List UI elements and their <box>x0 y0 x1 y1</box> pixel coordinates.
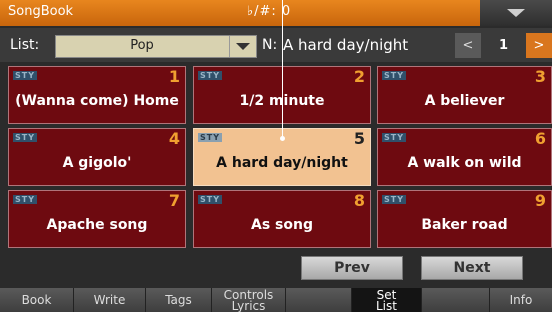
entry-cell[interactable]: STY 1 (Wanna come) Home <box>8 66 186 124</box>
tab-set-list[interactable]: Set List <box>352 288 422 312</box>
entry-cell[interactable]: STY 6 A walk on wild <box>377 128 552 186</box>
style-badge: STY <box>382 71 407 80</box>
entry-cell[interactable]: STY 4 A gigolo' <box>8 128 186 186</box>
entry-title: Apache song <box>46 217 148 233</box>
entry-number: 6 <box>534 129 546 148</box>
pointer-dot <box>280 136 285 141</box>
entry-title: (Wanna come) Home <box>15 93 179 109</box>
tab-empty[interactable] <box>422 288 490 312</box>
entry-title: A hard day/night <box>216 155 348 171</box>
entry-grid: STY 1 (Wanna come) Home STY 2 1/2 minute… <box>0 64 552 250</box>
list-dropdown-value: Pop <box>130 38 154 53</box>
entry-number: 4 <box>168 129 180 148</box>
menu-button[interactable] <box>480 0 552 26</box>
style-badge: STY <box>198 195 223 204</box>
transpose-readout: ♭/#: 0 <box>247 4 292 19</box>
entry-cell[interactable]: STY 9 Baker road <box>377 190 552 248</box>
tab-book[interactable]: Book <box>0 288 74 312</box>
tab-info[interactable]: Info <box>490 288 552 312</box>
style-badge: STY <box>198 71 223 80</box>
style-badge: STY <box>198 133 223 142</box>
pointer-line <box>282 0 283 138</box>
tab-bar: Book Write Tags Controls Lyrics Set List… <box>0 288 552 312</box>
entry-number: 9 <box>534 191 546 210</box>
entry-number: 7 <box>168 191 180 210</box>
tab-write[interactable]: Write <box>74 288 146 312</box>
entry-number: 1 <box>168 67 180 86</box>
list-row: List: Pop N: A hard day/night < 1 > <box>0 28 552 62</box>
entry-title: A gigolo' <box>62 155 132 171</box>
list-label: List: <box>10 37 40 53</box>
entry-title: Baker road <box>421 217 508 233</box>
name-value: A hard day/night <box>283 36 409 54</box>
entry-title: A walk on wild <box>407 155 522 171</box>
style-badge: STY <box>13 133 38 142</box>
list-dropdown[interactable]: Pop <box>55 35 257 58</box>
entry-title: As song <box>251 217 313 233</box>
tab-tags[interactable]: Tags <box>146 288 212 312</box>
nav-row: Prev Next <box>0 252 552 286</box>
chevron-down-icon[interactable] <box>229 36 256 57</box>
style-badge: STY <box>13 71 38 80</box>
app-title: SongBook <box>8 4 74 19</box>
tab-label-line: Lyrics <box>231 299 266 312</box>
tab-label-line: List <box>376 299 397 312</box>
page-selector: < 1 > <box>455 33 552 58</box>
entry-number: 5 <box>353 129 365 148</box>
prev-button[interactable]: Prev <box>301 256 403 280</box>
style-badge: STY <box>382 133 407 142</box>
tab-controls-lyrics[interactable]: Controls Lyrics <box>212 288 286 312</box>
entry-number: 2 <box>353 67 365 86</box>
page-next-button[interactable]: > <box>526 33 552 58</box>
page-number: 1 <box>481 33 526 58</box>
entry-number: 3 <box>534 67 546 86</box>
entry-cell[interactable]: STY 8 As song <box>193 190 371 248</box>
entry-title: A believer <box>424 93 505 109</box>
entry-cell[interactable]: STY 3 A believer <box>377 66 552 124</box>
entry-cell[interactable]: STY 7 Apache song <box>8 190 186 248</box>
page-prev-button[interactable]: < <box>455 33 481 58</box>
name-label: N: <box>262 37 278 53</box>
style-badge: STY <box>382 195 407 204</box>
entry-number: 8 <box>353 191 365 210</box>
title-bar: SongBook ♭/#: 0 <box>0 0 552 26</box>
tab-empty[interactable] <box>286 288 352 312</box>
style-badge: STY <box>13 195 38 204</box>
next-button[interactable]: Next <box>421 256 523 280</box>
